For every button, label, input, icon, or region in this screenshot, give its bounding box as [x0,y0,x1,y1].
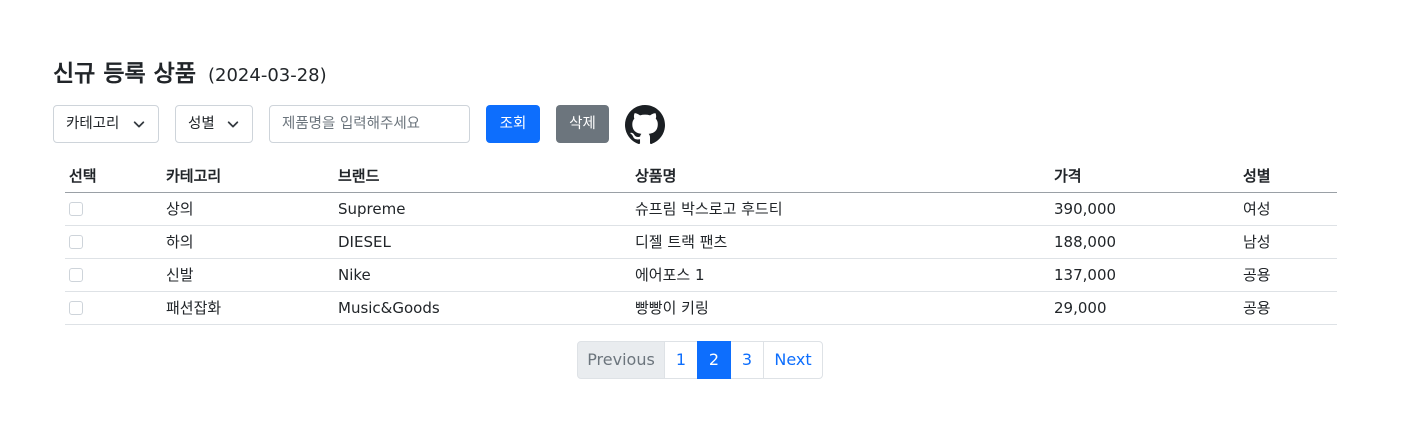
column-header-name[interactable]: 상품명 [631,159,1050,193]
column-header-select: 선택 [65,159,162,193]
row-product-name: 에어포스 1 [631,258,1050,292]
gender-select[interactable]: 성별 [175,105,253,143]
table-header-row: 선택 카테고리 브랜드 상품명 가격 성별 [65,159,1337,193]
row-product-name: 슈프림 박스로고 후드티 [631,192,1050,226]
column-header-price[interactable]: 가격 [1050,159,1239,193]
table-row: 상의 Supreme 슈프림 박스로고 후드티 390,000 여성 [65,192,1337,226]
chevron-down-icon [227,121,239,128]
column-header-brand[interactable]: 브랜드 [334,159,631,193]
row-brand: Music&Goods [334,291,631,325]
row-product-name: 빵빵이 키링 [631,291,1050,325]
column-header-gender[interactable]: 성별 [1239,159,1337,193]
pagination: Previous 1 2 3 Next [577,341,823,379]
row-gender: 여성 [1239,192,1337,226]
pagination-previous-button[interactable]: Previous [577,341,665,379]
category-select[interactable]: 카테고리 [53,105,159,143]
row-brand: Supreme [334,192,631,226]
page-title-text: 신규 등록 상품 [53,61,196,87]
delete-button[interactable]: 삭제 [556,105,609,143]
row-price: 390,000 [1050,192,1239,226]
row-checkbox[interactable] [69,301,83,315]
row-gender: 남성 [1239,225,1337,259]
row-gender: 공용 [1239,291,1337,325]
pagination-page-2[interactable]: 2 [697,341,731,379]
row-select-cell [65,225,162,259]
table-row: 하의 DIESEL 디젤 트랙 팬츠 188,000 남성 [65,225,1337,259]
row-price: 137,000 [1050,258,1239,292]
row-price: 29,000 [1050,291,1239,325]
row-category: 상의 [162,192,334,226]
row-checkbox[interactable] [69,268,83,282]
gender-select-label: 성별 [188,116,215,132]
category-select-label: 카테고리 [66,116,120,132]
row-select-cell [65,258,162,292]
pagination-page-1[interactable]: 1 [664,341,698,379]
pagination-page-3[interactable]: 3 [730,341,764,379]
product-table: 선택 카테고리 브랜드 상품명 가격 성별 상의 Supreme 슈프림 박스로… [65,159,1337,325]
row-category: 하의 [162,225,334,259]
row-checkbox[interactable] [69,235,83,249]
table-row: 패션잡화 Music&Goods 빵빵이 키링 29,000 공용 [65,291,1337,325]
page-title: 신규 등록 상품 (2024-03-28) [53,56,327,94]
table-row: 신발 Nike 에어포스 1 137,000 공용 [65,258,1337,292]
row-select-cell [65,291,162,325]
page-title-date: (2024-03-28) [208,65,327,86]
row-product-name: 디젤 트랙 팬츠 [631,225,1050,259]
row-select-cell [65,192,162,226]
github-icon[interactable] [625,105,665,145]
search-input[interactable]: 제품명을 입력해주세요 [269,105,470,143]
row-category: 신발 [162,258,334,292]
row-gender: 공용 [1239,258,1337,292]
search-button[interactable]: 조회 [486,105,540,143]
row-category: 패션잡화 [162,291,334,325]
chevron-down-icon [133,121,145,128]
row-brand: DIESEL [334,225,631,259]
pagination-next-button[interactable]: Next [763,341,823,379]
column-header-category[interactable]: 카테고리 [162,159,334,193]
row-brand: Nike [334,258,631,292]
row-checkbox[interactable] [69,202,83,216]
row-price: 188,000 [1050,225,1239,259]
